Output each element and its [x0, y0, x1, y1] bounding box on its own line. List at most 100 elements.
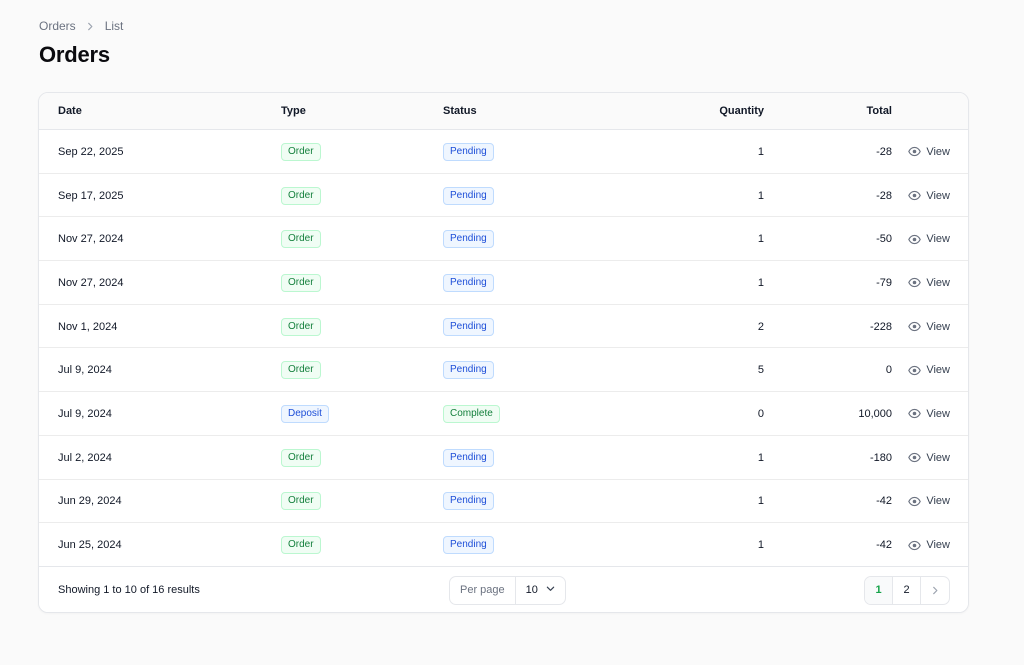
eye-icon [908, 145, 922, 158]
eye-icon [908, 539, 922, 552]
cell-type: Order [281, 174, 321, 218]
per-page-value: 10 [525, 584, 538, 596]
column-header-type[interactable]: Type [281, 93, 306, 130]
cell-total: -180 [869, 451, 892, 464]
view-button[interactable]: View [908, 523, 950, 567]
cell-status: Pending [443, 305, 494, 349]
cell-status: Pending [443, 217, 494, 261]
cell-status: Complete [443, 392, 500, 436]
cell-type: Order [281, 523, 321, 567]
type-badge: Deposit [281, 404, 329, 423]
cell-date: Nov 27, 2024 [58, 276, 124, 289]
per-page-label: Per page [450, 577, 516, 604]
per-page-select[interactable]: 10 [516, 577, 565, 604]
table-header: Date Type Status Quantity Total [39, 93, 968, 130]
column-header-status[interactable]: Status [443, 93, 477, 130]
cell-status: Pending [443, 480, 494, 524]
page-button-1[interactable]: 1 [865, 577, 893, 604]
cell-type: Order [281, 436, 321, 480]
cell-type: Order [281, 480, 321, 524]
chevron-right-icon [931, 584, 940, 596]
cell-total: -28 [876, 189, 892, 202]
status-badge: Pending [443, 492, 494, 511]
cell-total: -42 [876, 495, 892, 508]
page-title: Orders [39, 42, 110, 67]
table-row: Jul 9, 2024 Deposit Complete 0 10,000 View [39, 392, 968, 436]
column-header-quantity[interactable]: Quantity [719, 93, 764, 130]
cell-quantity: 1 [757, 189, 764, 202]
cell-quantity: 1 [757, 451, 764, 464]
view-button[interactable]: View [908, 392, 950, 436]
cell-type: Order [281, 348, 321, 392]
cell-type: Order [281, 130, 321, 174]
orders-table: Date Type Status Quantity Total Sep 22, … [38, 92, 969, 613]
page-button-2[interactable]: 2 [893, 577, 921, 604]
cell-status: Pending [443, 436, 494, 480]
next-page-button[interactable] [921, 577, 949, 604]
status-badge: Pending [443, 273, 494, 292]
type-badge: Order [281, 186, 321, 205]
table-row: Jun 29, 2024 Order Pending 1 -42 View [39, 480, 968, 524]
table-body: Sep 22, 2025 Order Pending 1 -28 View Sep 17, … [39, 130, 968, 567]
view-button[interactable]: View [908, 130, 950, 174]
cell-total: 0 [885, 364, 892, 377]
view-label: View [926, 320, 950, 333]
cell-date: Jun 29, 2024 [58, 495, 122, 508]
cell-quantity: 1 [757, 276, 764, 289]
eye-icon [908, 189, 922, 202]
status-badge: Pending [443, 142, 494, 161]
cell-total: -228 [869, 320, 892, 333]
cell-quantity: 1 [757, 145, 764, 158]
table-row: Nov 1, 2024 Order Pending 2 -228 View [39, 305, 968, 349]
eye-icon [908, 407, 922, 420]
view-button[interactable]: View [908, 348, 950, 392]
cell-quantity: 1 [757, 495, 764, 508]
status-badge: Complete [443, 404, 500, 423]
cell-status: Pending [443, 130, 494, 174]
cell-quantity: 2 [757, 320, 764, 333]
view-label: View [926, 364, 950, 377]
cell-quantity: 1 [757, 539, 764, 552]
eye-icon [908, 320, 922, 333]
cell-date: Sep 17, 2025 [58, 189, 124, 202]
cell-total: -42 [876, 539, 892, 552]
column-header-date[interactable]: Date [58, 93, 82, 130]
view-label: View [926, 539, 950, 552]
status-badge: Pending [443, 448, 494, 467]
cell-type: Order [281, 305, 321, 349]
table-row: Jun 25, 2024 Order Pending 1 -42 View [39, 523, 968, 567]
page: Orders List Orders Date Type Status Quan… [0, 0, 1024, 665]
cell-quantity: 0 [757, 407, 764, 420]
view-button[interactable]: View [908, 480, 950, 524]
cell-date: Nov 27, 2024 [58, 233, 124, 246]
breadcrumb-orders-link[interactable]: Orders [39, 19, 76, 33]
cell-date: Jul 2, 2024 [58, 451, 112, 464]
table-row: Nov 27, 2024 Order Pending 1 -50 View [39, 217, 968, 262]
cell-status: Pending [443, 523, 494, 567]
eye-icon [908, 495, 922, 508]
cell-total: -28 [876, 145, 892, 158]
view-button[interactable]: View [908, 261, 950, 305]
view-label: View [926, 233, 950, 246]
pagination: 1 2 [864, 576, 950, 605]
view-button[interactable]: View [908, 305, 950, 349]
cell-total: 10,000 [858, 407, 892, 420]
view-label: View [926, 451, 950, 464]
type-badge: Order [281, 273, 321, 292]
view-button[interactable]: View [908, 174, 950, 218]
cell-date: Jul 9, 2024 [58, 364, 112, 377]
column-header-total[interactable]: Total [867, 93, 892, 130]
view-button[interactable]: View [908, 217, 950, 261]
cell-date: Jun 25, 2024 [58, 539, 122, 552]
cell-date: Sep 22, 2025 [58, 145, 124, 158]
type-badge: Order [281, 361, 321, 380]
view-button[interactable]: View [908, 436, 950, 480]
table-row: Sep 17, 2025 Order Pending 1 -28 View [39, 174, 968, 218]
cell-date: Jul 9, 2024 [58, 407, 112, 420]
eye-icon [908, 276, 922, 289]
type-badge: Order [281, 536, 321, 555]
chevron-right-icon [86, 22, 95, 31]
cell-quantity: 5 [757, 364, 764, 377]
view-label: View [926, 407, 950, 420]
table-row: Sep 22, 2025 Order Pending 1 -28 View [39, 130, 968, 174]
